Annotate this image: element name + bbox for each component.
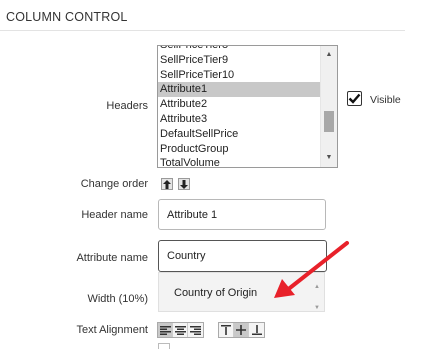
headers-list-item[interactable]: DefaultSellPrice [158,127,320,142]
align-bottom-icon [251,325,262,335]
horizontal-alignment-group [157,322,204,338]
move-up-button[interactable] [161,178,173,190]
align-top-icon [221,325,231,335]
align-top-button[interactable] [219,323,234,337]
align-bottom-button[interactable] [249,323,264,337]
section-title: COLUMN CONTROL [6,10,128,24]
width-label: Width (10%) [87,293,148,305]
align-right-button[interactable] [188,323,203,337]
change-order-label: Change order [80,178,148,190]
header-name-input[interactable]: Attribute 1 [158,199,326,230]
headers-list-item[interactable]: ProductGroup [158,142,320,157]
attribute-name-label: Attribute name [76,252,148,264]
align-middle-icon [236,325,246,335]
next-row-control[interactable] [158,343,170,349]
visible-checkbox[interactable] [347,91,362,106]
headers-label: Headers [106,100,148,112]
headers-list-item[interactable]: SellPriceTier9 [158,53,320,68]
header-name-label: Header name [81,209,148,221]
align-right-icon [190,325,201,335]
align-left-icon [159,325,171,335]
headers-list-item[interactable]: Attribute1 [158,82,320,98]
headers-list-item[interactable]: SellPriceTier10 [158,68,320,83]
align-center-button[interactable] [173,323,188,337]
headers-list-item[interactable]: Attribute3 [158,112,320,127]
align-middle-button[interactable] [234,323,249,337]
headers-list-item[interactable]: SellPriceTier8 [158,46,320,53]
text-alignment-label: Text Alignment [76,324,148,336]
headers-scrollbar[interactable]: ▲ ▼ [320,46,337,167]
arrow-down-icon [180,179,188,189]
visible-label: Visible [370,94,401,106]
scroll-down-arrow-icon[interactable]: ▼ [321,151,337,165]
vertical-alignment-group [218,322,265,338]
move-down-button[interactable] [178,178,190,190]
section-divider [0,30,405,31]
headers-list-item[interactable]: TotalVolume [158,156,320,167]
scrollbar-thumb[interactable] [324,111,334,132]
align-center-icon [174,325,186,335]
annotation-arrow-icon [274,241,349,298]
suggestion-item[interactable]: Country of Origin [174,287,257,299]
checkmark-icon [348,93,361,104]
align-left-button[interactable] [158,323,173,337]
scroll-up-arrow-icon[interactable]: ▲ [321,48,337,62]
headers-listbox[interactable]: SellPriceTier8 SellPriceTier9 SellPriceTie… [157,45,338,168]
arrow-up-icon [163,179,171,189]
headers-list-item[interactable]: Attribute2 [158,97,320,112]
headers-list-items: SellPriceTier8 SellPriceTier9 SellPriceTie… [158,46,320,167]
